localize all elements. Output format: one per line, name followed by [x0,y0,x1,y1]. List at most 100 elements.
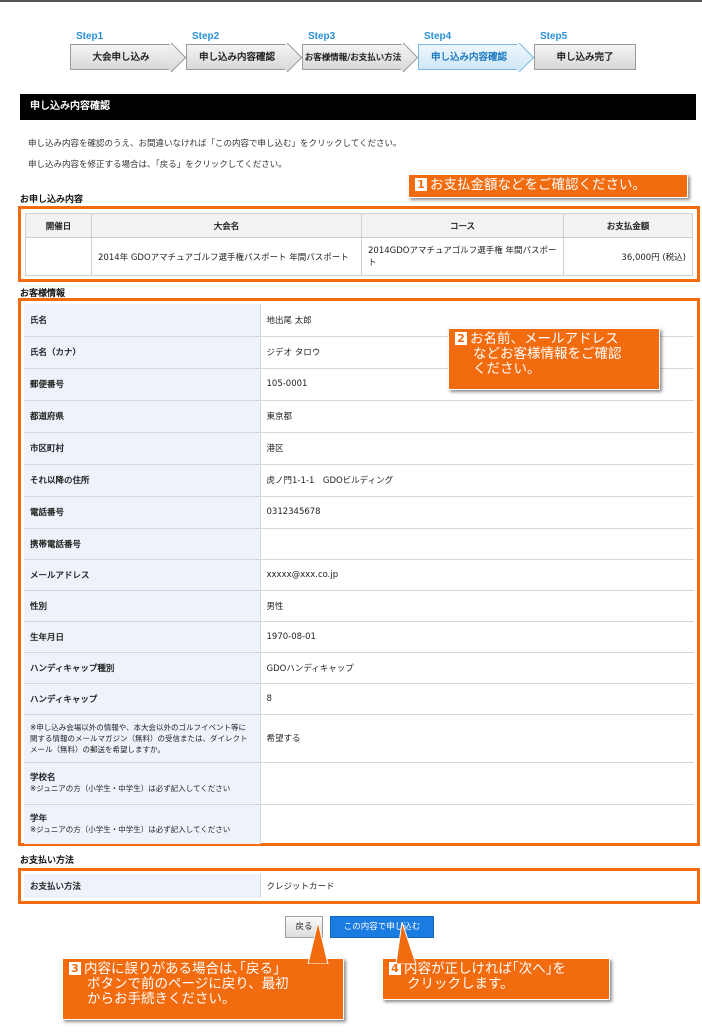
customer-row-key: 都道府県 [24,400,261,433]
customer-row-key: 生年月日 [24,621,261,653]
intro-line-2: 申し込み内容を修正する場合は、「戻る」をクリックしてください。 [28,160,287,170]
newsletter-row: ※申し込み会場以外の情報や、本大会以外のゴルフイベント等に関する情報のメールマガ… [24,714,694,763]
school-key: 学校名 [30,773,56,783]
customer-row: 都道府県 東京都 [24,400,694,433]
customer-row: 市区町村 港区 [24,432,694,465]
top-border [0,0,702,2]
step-5-box: 申し込み完了 [534,44,636,70]
payment-value: クレジットカード [266,882,335,892]
callout-4-line-1: 内容が正しければ｢次へ｣を [404,961,566,977]
customer-row-key: 氏名（カナ） [24,336,261,369]
customer-row-value: 1970-08-01 [260,621,694,653]
customer-row-key: 郵便番号 [24,368,261,401]
callout-3-line-3: からお手続きください。 [87,991,236,1007]
step-3-box: お客様情報/お支払い方法 [302,44,404,70]
customer-row-value: GDOハンディキャップ [260,652,694,684]
newsletter-value: 希望する [260,714,694,763]
order-header-amount: お支払金額 [563,213,693,238]
callout-2-line-3: ください。 [473,361,541,377]
customer-row-key: 市区町村 [24,432,261,465]
customer-row-value: xxxxx@xxx.co.jp [260,559,694,591]
customer-row-key: ハンディキャップ [24,683,261,715]
customer-row-key: ハンディキャップ種別 [24,652,261,684]
customer-row-key: メールアドレス [24,559,261,591]
step-5-title: 申し込み完了 [556,52,614,63]
step-2-box: 申し込み内容確認 [186,44,288,70]
callout-4-line-2: クリックします。 [407,976,514,992]
step-4-label: Step4 [424,31,452,42]
customer-row: メールアドレス xxxxx@xxx.co.jp [24,559,694,591]
step-5-label: Step5 [540,31,568,42]
customer-row-value: 0312345678 [260,496,694,529]
customer-row-value: 男性 [260,590,694,622]
order-section-title: お申し込み内容 [20,195,84,205]
page-title: 申し込み内容確認 [20,94,696,120]
order-header-event: 大会名 [91,213,362,238]
order-cell-course: 2014GDOアマチュアゴルフ選手権 年間パスポート [361,237,564,276]
order-cell-amount: 36,000円 (税込) [563,237,693,276]
step-1: Step1 大会申し込み [70,30,172,70]
step-4-box: 申し込み内容確認 [418,44,520,70]
step-2: Step2 申し込み内容確認 [186,30,288,70]
order-highlight-frame: 開催日 大会名 コース お支払金額 2014年 GDOアマチュアゴルフ選手権パス… [18,206,700,282]
step-3-label: Step3 [308,31,336,42]
intro-line-1: 申し込み内容を確認のうえ、お間違いなければ「この内容で申し込む」をクリックしてく… [28,139,402,149]
grade-row: 学年 ※ジュニアの方（小学生・中学生）は必ず記入してください [24,804,694,844]
order-header-date: 開催日 [25,213,92,238]
step-3-title: お客様情報/お支払い方法 [304,53,402,63]
callout-3-line-1: 内容に誤りがある場合は､｢戻る｣ [84,961,280,977]
grade-key: 学年 [30,814,48,825]
step-indicator: Step1 大会申し込み Step2 申し込み内容確認 Step3 お客様情報/… [70,30,650,80]
customer-row: 携帯電話番号 [24,528,694,560]
school-key-cell: 学校名 ※ジュニアの方（小学生・中学生）は必ず記入してください [24,762,261,805]
order-cell-date [25,237,92,276]
school-note: ※ジュニアの方（小学生・中学生）は必ず記入してください [30,784,231,793]
callout-2: 2 お名前、メールアドレス などお客様情報をご確認 ください。 [448,328,660,390]
step-5: Step5 申し込み完了 [534,30,636,70]
order-cell-event: 2014年 GDOアマチュアゴルフ選手権パスポート 年間パスポート [91,237,362,276]
step-4: Step4 申し込み内容確認 [418,30,520,70]
order-header-course: コース [361,213,564,238]
customer-row-value: 8 [260,683,694,715]
customer-row-value: 港区 [260,432,694,465]
grade-key-cell: 学年 ※ジュニアの方（小学生・中学生）は必ず記入してください [24,804,261,844]
step-1-label: Step1 [76,31,104,42]
step-1-box: 大会申し込み [70,44,172,70]
callout-4-pointer [395,922,417,964]
callout-3-pointer [307,922,329,964]
newsletter-key: ※申し込み会場以外の情報や、本大会以外のゴルフイベント等に関する情報のメールマガ… [24,714,261,763]
payment-key: お支払い方法 [24,874,261,898]
step-2-title: 申し込み内容確認 [198,52,275,63]
customer-row: 生年月日 1970-08-01 [24,621,694,653]
school-row: 学校名 ※ジュニアの方（小学生・中学生）は必ず記入してください [24,762,694,805]
grade-note: ※ジュニアの方（小学生・中学生）は必ず記入してください [30,825,231,835]
customer-row-value [260,528,694,560]
callout-1-number: 1 [415,178,427,191]
customer-row-value: 虎ノ門1-1-1 GDOビルディング [260,464,694,497]
callout-2-number: 2 [455,332,467,345]
callout-2-line-2: などお客様情報をご確認 [473,346,622,362]
customer-row: ハンディキャップ種別 GDOハンディキャップ [24,652,694,684]
step-3: Step3 お客様情報/お支払い方法 [302,30,404,70]
school-value [260,762,694,805]
customer-row-key: 電話番号 [24,496,261,529]
callout-2-line-1: お名前、メールアドレス [470,331,619,347]
customer-row-key: それ以降の住所 [24,464,261,497]
callout-3-number: 3 [69,962,81,975]
callout-1-text: お支払金額などをご確認ください。 [430,177,646,193]
order-table: 開催日 大会名 コース お支払金額 2014年 GDOアマチュアゴルフ選手権パス… [25,213,693,276]
callout-3-line-2: ボタンで前のページに戻り、最初 [87,976,289,992]
callout-4: 4 内容が正しければ｢次へ｣を クリックします。 [382,958,610,1000]
customer-row-key: 性別 [24,590,261,622]
step-4-title: 申し込み内容確認 [430,52,507,63]
customer-row: ハンディキャップ 8 [24,683,694,715]
customer-row: 電話番号 0312345678 [24,496,694,529]
customer-row-key: 氏名 [24,304,261,337]
payment-section-title: お支払い方法 [20,856,75,866]
callout-3: 3 内容に誤りがある場合は､｢戻る｣ ボタンで前のページに戻り、最初 からお手続き… [62,958,344,1020]
payment-highlight-frame: お支払い方法 クレジットカード [18,868,700,904]
customer-row-value: 東京都 [260,400,694,433]
customer-row: それ以降の住所 虎ノ門1-1-1 GDOビルディング [24,464,694,497]
customer-row: 性別 男性 [24,590,694,622]
grade-value [260,804,694,844]
